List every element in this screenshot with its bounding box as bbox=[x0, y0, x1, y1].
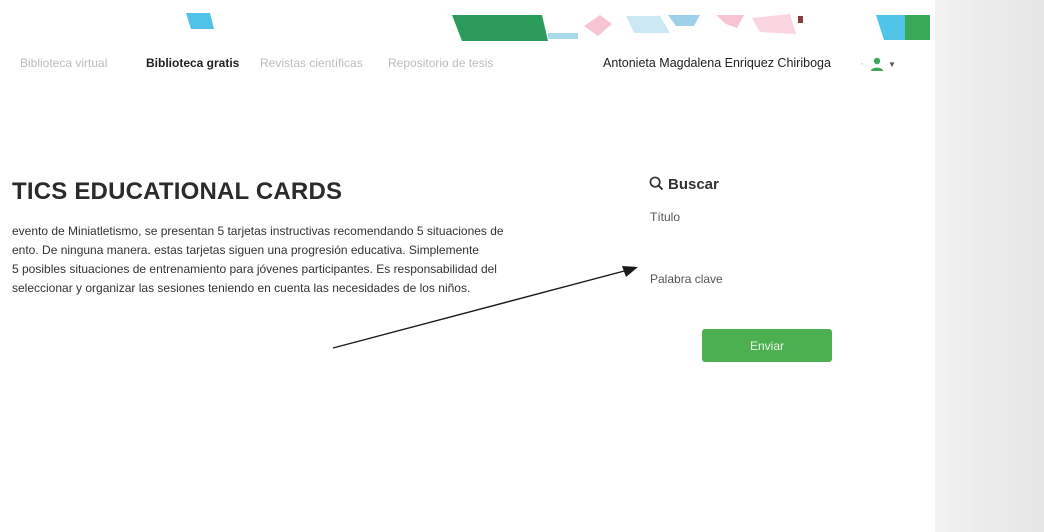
banner-shape-pink-2 bbox=[716, 15, 744, 28]
search-heading-label: Buscar bbox=[668, 176, 719, 193]
banner-shape-green bbox=[452, 15, 548, 41]
nav-link-repositorio-de-tesis[interactable]: Repositorio de tesis bbox=[388, 56, 493, 70]
header-banner bbox=[186, 13, 930, 41]
banner-shape-lightblue-1 bbox=[626, 16, 670, 33]
description-line: seleccionar y organizar las sesiones ten… bbox=[12, 281, 471, 295]
top-nav: Biblioteca virtual Biblioteca gratis Rev… bbox=[20, 56, 920, 78]
banner-shape-pink-1 bbox=[584, 15, 612, 36]
caret-down-icon[interactable]: ▼ bbox=[888, 60, 896, 69]
scan-margin bbox=[935, 0, 1044, 532]
page: Biblioteca virtual Biblioteca gratis Rev… bbox=[0, 0, 1044, 532]
description-line: ento. De ninguna manera. estas tarjetas … bbox=[12, 243, 479, 257]
banner-shape-pink-3 bbox=[752, 14, 796, 34]
banner-shape-dark bbox=[798, 16, 803, 23]
title-field[interactable] bbox=[650, 228, 854, 250]
keyword-field-label: Palabra clave bbox=[650, 272, 723, 286]
nav-link-revistas-cientificas[interactable]: Revistas científicas bbox=[260, 56, 363, 70]
user-icon[interactable] bbox=[869, 56, 885, 72]
description: evento de Miniatletismo, se presentan 5 … bbox=[12, 222, 612, 298]
search-icon bbox=[649, 176, 664, 191]
search-heading: Buscar bbox=[649, 176, 719, 193]
submit-button[interactable]: Enviar bbox=[702, 329, 832, 362]
nav-link-biblioteca-gratis[interactable]: Biblioteca gratis bbox=[146, 56, 239, 70]
banner-shape-green-right bbox=[905, 15, 930, 40]
page-title: TICS EDUCATIONAL CARDS bbox=[12, 178, 343, 205]
keyword-field[interactable] bbox=[650, 290, 854, 312]
user-name[interactable]: Antonieta Magdalena Enriquez Chiriboga bbox=[603, 56, 831, 70]
description-line: evento de Miniatletismo, se presentan 5 … bbox=[12, 224, 504, 238]
banner-shape-lightblue-2 bbox=[668, 15, 700, 26]
title-field-label: Título bbox=[650, 210, 681, 224]
description-line: 5 posibles situaciones de entrenamiento … bbox=[12, 262, 497, 276]
arrow-head bbox=[622, 266, 638, 277]
banner-shape-teal bbox=[548, 33, 578, 39]
separator-dot: · bbox=[860, 56, 864, 70]
banner-shape-blue-left bbox=[186, 13, 214, 29]
nav-link-biblioteca-virtual[interactable]: Biblioteca virtual bbox=[20, 56, 107, 70]
